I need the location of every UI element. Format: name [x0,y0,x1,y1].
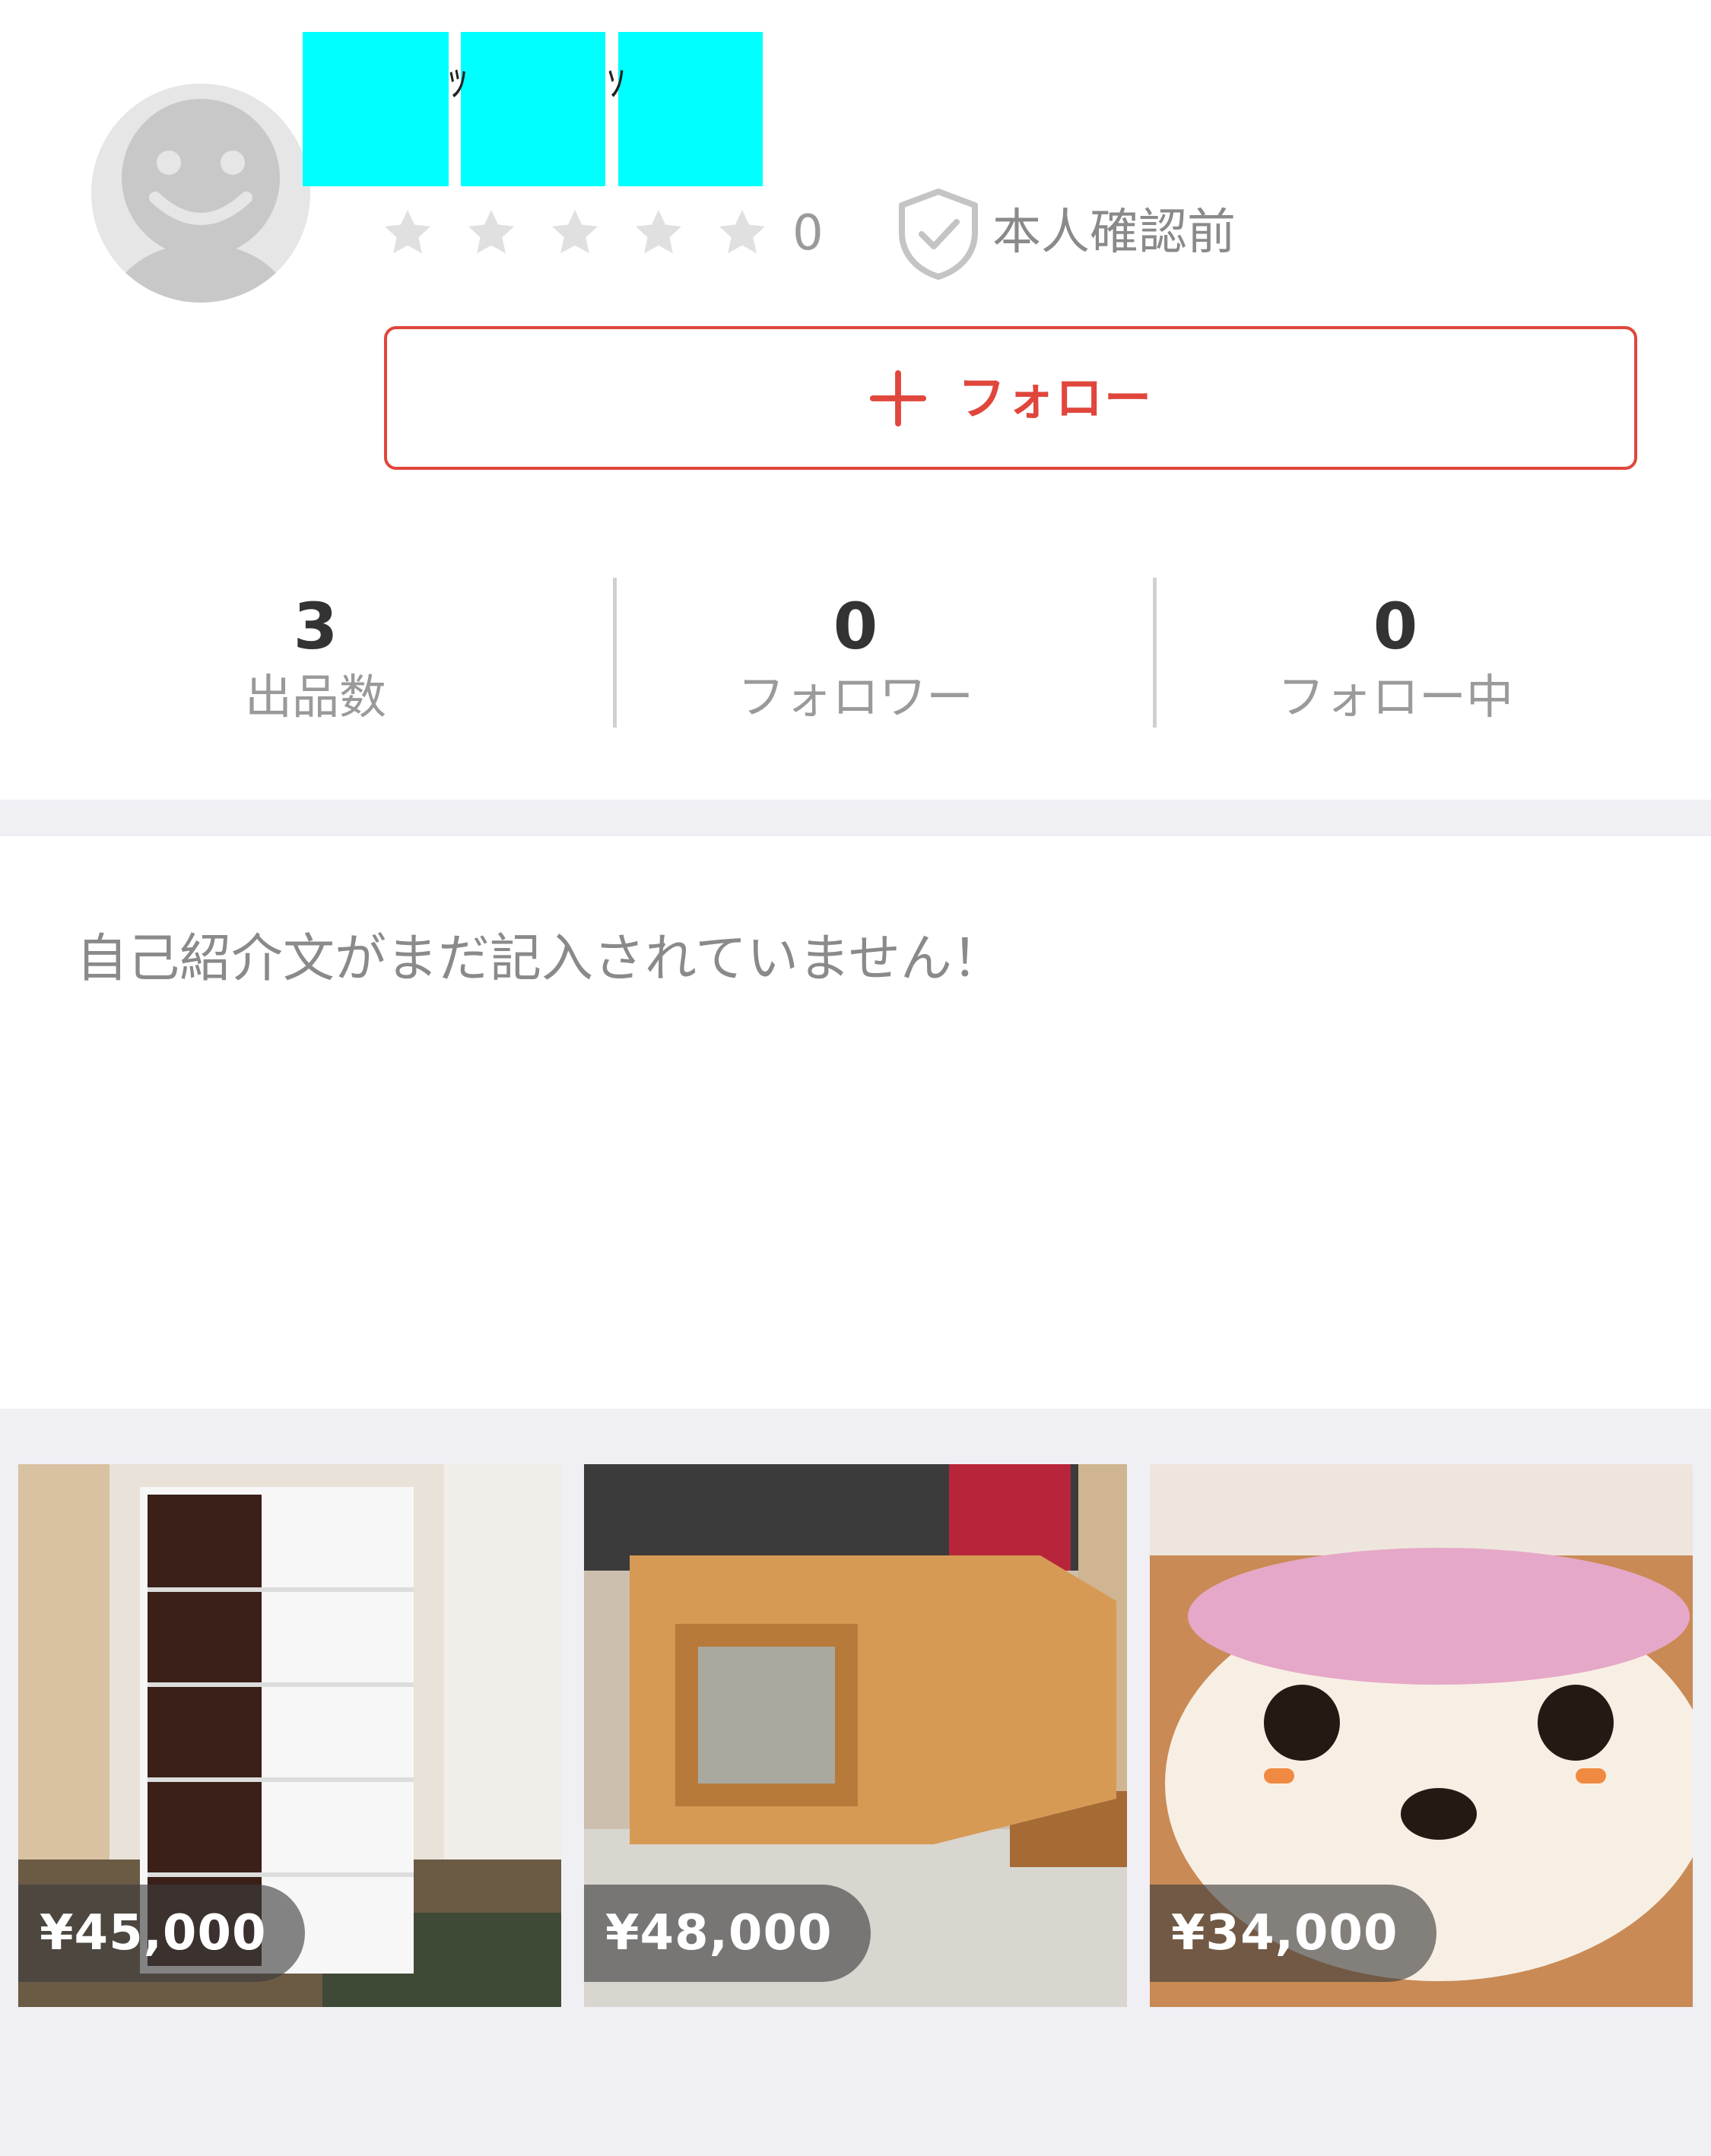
username-redaction [303,32,449,186]
username-redaction [618,32,763,186]
avatar[interactable] [91,84,310,303]
price-badge: ¥45,000 [18,1885,305,1982]
star-icon [552,210,598,254]
item-card[interactable]: ¥48,000 [584,1464,1127,2007]
stat-followers[interactable]: 0 フォロワー [586,578,1125,721]
star-icon [719,210,765,254]
item-price: ¥34,000 [1171,1905,1398,1961]
price-badge: ¥34,000 [1150,1885,1436,1982]
stat-value: 0 [1373,589,1418,664]
username-fragment: ｿ [607,62,626,105]
stat-label: フォロー中 [1277,669,1513,724]
stat-value: 3 [293,589,338,664]
rating-stars[interactable] [380,205,770,260]
plus-icon [869,369,927,426]
star-icon [468,210,514,254]
item-card[interactable]: ¥45,000 [18,1464,561,2007]
follow-button-label: フォロー [957,369,1153,426]
verification-status: 本人確認前 [992,205,1236,261]
bio-text: 自己紹介文がまだ記入されていません！ [76,929,1004,989]
rating-count: 0 [792,205,824,262]
profile-stats: 3 出品数 0 フォロワー 0 フォロー中 [0,578,1711,730]
username-redaction [461,32,605,186]
item-price: ¥45,000 [40,1905,267,1961]
default-avatar-icon [91,84,310,303]
star-icon [385,210,430,254]
stat-label: 出品数 [244,669,386,724]
follow-button[interactable]: フォロー [384,326,1637,470]
stat-value: 0 [833,589,878,664]
stat-following[interactable]: 0 フォロー中 [1125,578,1665,721]
username-fragment: ﾂ [449,62,468,105]
stat-label: フォロワー [737,669,973,724]
price-badge: ¥48,000 [584,1885,871,1982]
section-separator [0,800,1711,836]
item-card[interactable]: ¥34,000 [1150,1464,1693,2007]
shield-check-icon [896,187,981,281]
star-icon [636,210,681,254]
item-price: ¥48,000 [605,1905,833,1961]
stat-listings[interactable]: 3 出品数 [46,578,586,721]
